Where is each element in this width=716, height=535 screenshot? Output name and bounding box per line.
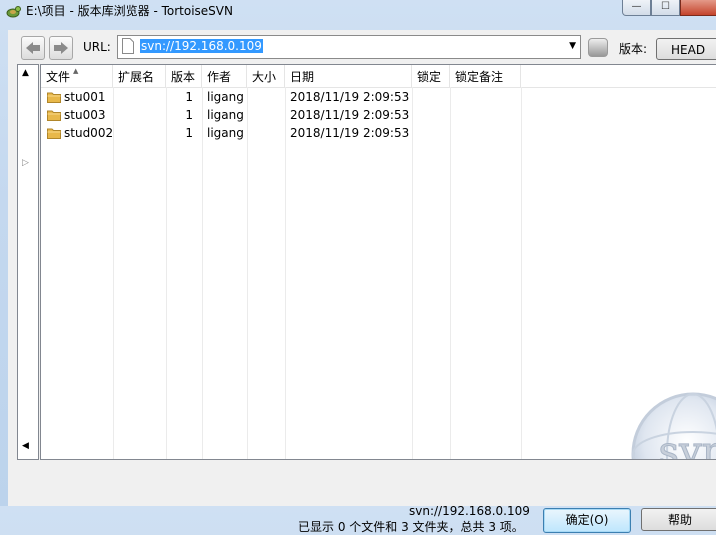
folder-icon (47, 128, 61, 139)
column-divider (521, 87, 522, 459)
url-combobox[interactable]: svn://192.168.0.109 ▼ (117, 35, 581, 59)
window-controls: — ☐ (622, 0, 716, 16)
column-label: 版本 (171, 70, 196, 84)
maximize-icon: ☐ (661, 1, 670, 12)
tree-collapsed-icon[interactable]: ▷ (22, 158, 29, 168)
column-header-extension[interactable]: 扩展名 (113, 65, 166, 87)
cell-author: ligang (207, 90, 244, 104)
column-divider (412, 87, 413, 459)
close-button[interactable] (680, 0, 716, 16)
column-divider (450, 87, 451, 459)
cell-revision: 1 (185, 126, 193, 140)
file-name[interactable]: stud002 (64, 124, 113, 142)
column-divider (285, 87, 286, 459)
column-header-size[interactable]: 大小 (247, 65, 285, 87)
cell-revision: 1 (185, 108, 193, 122)
file-name[interactable]: stu001 (64, 88, 105, 106)
help-button[interactable]: 帮助 (641, 508, 716, 531)
table-row[interactable]: stud002 1 ligang 2018/11/19 2:09:53 (41, 124, 716, 142)
show-log-button[interactable] (588, 38, 608, 57)
column-label: 大小 (252, 70, 277, 84)
folder-icon (47, 110, 61, 121)
column-divider (247, 87, 248, 459)
tree-expand-icon[interactable]: ▲ (22, 68, 29, 78)
column-label: 锁定备注 (455, 70, 504, 84)
repo-browser-client: URL: svn://192.168.0.109 ▼ 版本: HEAD ▲ ▷ … (8, 30, 716, 534)
cell-author: ligang (207, 108, 244, 122)
minimize-icon: — (631, 1, 642, 12)
revision-label: 版本: (619, 42, 648, 56)
chevron-down-icon[interactable]: ▼ (569, 41, 576, 51)
column-header-author[interactable]: 作者 (202, 65, 247, 87)
table-row[interactable]: stu001 1 ligang 2018/11/19 2:09:53 (41, 88, 716, 106)
forward-button[interactable] (49, 36, 73, 60)
cell-date: 2018/11/19 2:09:53 (290, 90, 410, 104)
svn-logo-text: svn (659, 429, 716, 460)
scroll-left-icon[interactable]: ◀ (22, 441, 29, 451)
window-title: E:\项目 - 版本库浏览器 - TortoiseSVN (26, 4, 233, 18)
column-header-lock-comment[interactable]: 锁定备注 (450, 65, 521, 87)
document-icon (122, 38, 134, 54)
cell-date: 2018/11/19 2:09:53 (290, 108, 410, 122)
title-bar: E:\项目 - 版本库浏览器 - TortoiseSVN — ☐ (0, 0, 716, 30)
file-list[interactable]: 文件 ▲ 扩展名 版本 作者 大小 日期 锁定 锁定备注 stu001 1 liga… (40, 64, 716, 460)
revision-button[interactable]: HEAD (656, 38, 716, 60)
column-header-date[interactable]: 日期 (285, 65, 412, 87)
column-header-lock[interactable]: 锁定 (412, 65, 450, 87)
sort-ascending-icon: ▲ (73, 67, 79, 75)
column-divider (166, 87, 167, 459)
forward-arrow-icon (54, 42, 68, 54)
column-divider (113, 87, 114, 459)
cell-revision: 1 (185, 90, 193, 104)
tortoisesvn-app-icon[interactable] (5, 4, 21, 18)
svn-logo: svn (631, 392, 716, 460)
cell-author: ligang (207, 126, 244, 140)
status-summary: 已显示 0 个文件和 3 文件夹，总共 3 项。 (298, 520, 524, 534)
ok-button[interactable]: 确定(O) (543, 508, 631, 533)
list-header: 文件 ▲ 扩展名 版本 作者 大小 日期 锁定 锁定备注 (41, 65, 716, 88)
column-label: 作者 (207, 70, 232, 84)
back-button[interactable] (21, 36, 45, 60)
table-row[interactable]: stu003 1 ligang 2018/11/19 2:09:53 (41, 106, 716, 124)
url-label: URL: (83, 40, 111, 54)
column-label: 扩展名 (118, 70, 155, 84)
status-url: svn://192.168.0.109 (409, 504, 530, 518)
cell-date: 2018/11/19 2:09:53 (290, 126, 410, 140)
column-divider (202, 87, 203, 459)
folder-icon (47, 92, 61, 103)
maximize-button[interactable]: ☐ (651, 0, 680, 16)
repository-tree[interactable]: ▲ ▷ ◀ (17, 64, 39, 460)
file-name[interactable]: stu003 (64, 106, 105, 124)
column-label: 日期 (290, 70, 315, 84)
minimize-button[interactable]: — (622, 0, 651, 16)
url-input[interactable]: svn://192.168.0.109 (140, 39, 263, 53)
column-header-revision[interactable]: 版本 (166, 65, 202, 87)
column-label: 锁定 (417, 70, 442, 84)
column-label: 文件 (46, 70, 71, 84)
back-arrow-icon (26, 42, 40, 54)
column-header-file[interactable]: 文件 ▲ (41, 65, 113, 87)
